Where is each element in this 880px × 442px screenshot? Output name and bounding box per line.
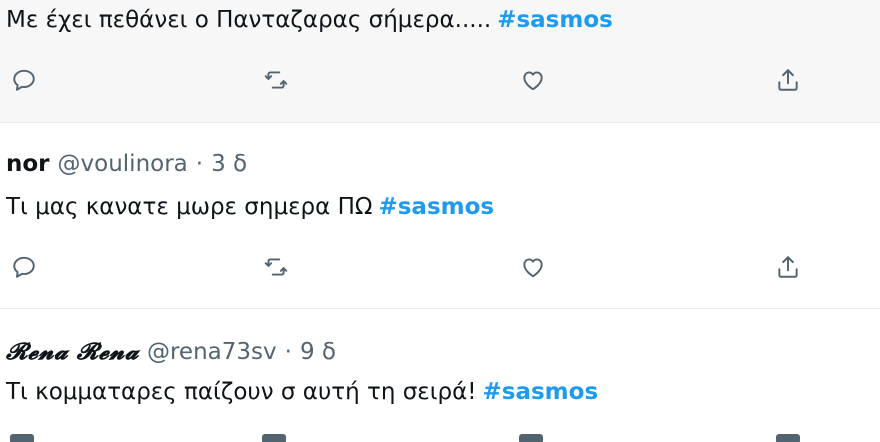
- retweet-icon: [264, 71, 288, 89]
- reply-button[interactable]: [6, 249, 42, 285]
- reply-icon: [13, 256, 35, 278]
- retweet-button[interactable]: [258, 62, 294, 98]
- tweet-2-actions: [0, 249, 880, 285]
- tweet-1[interactable]: Με έχει πεθάνει ο Πανταζαρας σήμερα.....…: [0, 0, 880, 122]
- tweet-timestamp[interactable]: 3 δ: [211, 149, 247, 179]
- like-icon: [523, 71, 543, 91]
- separator-dot: ·: [284, 339, 292, 365]
- like-button[interactable]: [515, 249, 551, 285]
- timeline-feed: Με έχει πεθάνει ο Πανταζαρας σήμερα.....…: [0, 0, 880, 442]
- tweet-text: Τι κομματαρες παίζουν σ αυτή τη σειρά! #s…: [6, 376, 598, 408]
- share-icon: [778, 69, 798, 91]
- tweet-body-text: Με έχει πεθάνει ο Πανταζαρας σήμερα.....: [6, 7, 492, 33]
- separator-dot: ·: [195, 151, 204, 177]
- tweet-body-text: Τι κομματαρες παίζουν σ αυτή τη σειρά!: [6, 379, 477, 405]
- like-icon: [523, 258, 543, 278]
- tweet-3-actions-cropped: [0, 430, 880, 442]
- author-name[interactable]: 𝓡𝓮𝓷𝓪 𝓡𝓮𝓷𝓪: [6, 337, 139, 367]
- reply-icon: [13, 69, 35, 91]
- share-icon: [778, 256, 798, 278]
- retweet-icon: [264, 258, 288, 276]
- author-handle[interactable]: @voulinora: [58, 149, 188, 179]
- tweet-3[interactable]: 𝓡𝓮𝓷𝓪 𝓡𝓮𝓷𝓪 @rena73sv · 9 δ Τι κομματαρες …: [0, 309, 880, 442]
- reply-icon[interactable]: [10, 434, 34, 442]
- like-icon[interactable]: [519, 434, 543, 442]
- hashtag-link[interactable]: #sasmos: [378, 194, 494, 220]
- share-button[interactable]: [770, 249, 806, 285]
- author-handle[interactable]: @rena73sv: [147, 337, 277, 367]
- hashtag-link[interactable]: #sasmos: [483, 379, 599, 405]
- reply-button[interactable]: [6, 62, 42, 98]
- like-button[interactable]: [515, 62, 551, 98]
- tweet-timestamp[interactable]: 9 δ: [300, 337, 336, 367]
- tweet-header: nor @voulinora · 3 δ: [6, 149, 247, 179]
- tweet-header: 𝓡𝓮𝓷𝓪 𝓡𝓮𝓷𝓪 @rena73sv · 9 δ: [6, 337, 336, 367]
- tweet-text: Τι μας κανατε μωρε σημερα ΠΩ #sasmos: [6, 191, 494, 223]
- retweet-icon[interactable]: [262, 434, 286, 442]
- share-icon[interactable]: [776, 434, 800, 442]
- tweet-body-text: Τι μας κανατε μωρε σημερα ΠΩ: [6, 194, 373, 220]
- retweet-button[interactable]: [258, 249, 294, 285]
- tweet-1-actions: [0, 62, 880, 98]
- author-name[interactable]: nor: [6, 149, 50, 179]
- share-button[interactable]: [770, 62, 806, 98]
- tweet-text: Με έχει πεθάνει ο Πανταζαρας σήμερα.....…: [6, 4, 613, 36]
- hashtag-link[interactable]: #sasmos: [497, 7, 613, 33]
